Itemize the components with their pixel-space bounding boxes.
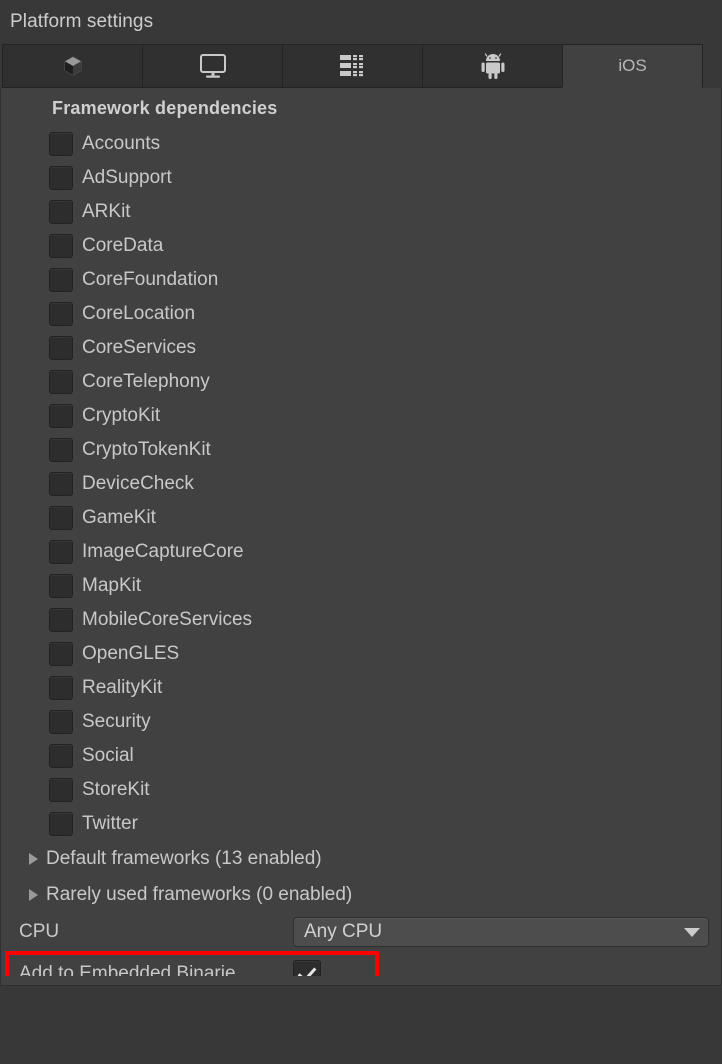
checkbox-storekit[interactable] [49,778,73,802]
framework-row[interactable]: RealityKit [1,671,721,705]
checkbox-coretelephony[interactable] [49,370,73,394]
framework-row[interactable]: Social [1,739,721,773]
checkbox-realitykit[interactable] [49,676,73,700]
checkbox-arkit[interactable] [49,200,73,224]
framework-row[interactable]: StoreKit [1,773,721,807]
framework-row[interactable]: CoreFoundation [1,263,721,297]
framework-row[interactable]: CryptoTokenKit [1,433,721,467]
tab-android[interactable] [422,44,563,88]
checkbox-mapkit[interactable] [49,574,73,598]
checkbox-gamekit[interactable] [49,506,73,530]
checkbox-twitter[interactable] [49,812,73,836]
framework-row[interactable]: CoreData [1,229,721,263]
checkbox-devicecheck[interactable] [49,472,73,496]
tab-any-platform[interactable] [2,44,143,88]
android-icon [480,52,506,80]
checkbox-coreservices[interactable] [49,336,73,360]
framework-row[interactable]: Accounts [1,127,721,161]
cpu-dropdown[interactable]: Any CPU [293,917,709,947]
framework-row[interactable]: CoreLocation [1,297,721,331]
framework-label: CoreData [82,235,164,256]
cpu-label: CPU [19,921,60,942]
framework-label: MobileCoreServices [82,609,253,630]
framework-label: MapKit [82,575,142,596]
framework-label: Social [82,745,134,766]
framework-label: CoreFoundation [82,269,219,290]
add-to-embedded-binaries-row: Add to Embedded Binarie [1,951,721,976]
framework-label: AdSupport [82,167,172,188]
framework-dependencies-heading: Framework dependencies [52,98,278,118]
framework-label: CryptoKit [82,405,161,426]
framework-row[interactable]: CoreTelephony [1,365,721,399]
foldout-label: Default frameworks (13 enabled) [46,848,322,869]
framework-row[interactable]: ARKit [1,195,721,229]
checkbox-corefoundation[interactable] [49,268,73,292]
framework-row[interactable]: GameKit [1,501,721,535]
checkbox-security[interactable] [49,710,73,734]
framework-label: CoreLocation [82,303,196,324]
checkbox-coredata[interactable] [49,234,73,258]
tab-ios[interactable]: iOS [562,44,703,88]
framework-row[interactable]: Security [1,705,721,739]
panel-bottom-edge [0,976,722,986]
framework-label: ImageCaptureCore [82,541,244,562]
tab-standalone[interactable] [142,44,283,88]
panel-header: Platform settings [0,0,722,44]
checkbox-cryptokit[interactable] [49,404,73,428]
framework-label: GameKit [82,507,156,528]
cpu-row: CPU Any CPU [1,913,721,951]
framework-row[interactable]: CoreServices [1,331,721,365]
framework-label: Twitter [82,813,138,834]
framework-label: ARKit [82,201,131,222]
chevron-down-icon [684,927,700,937]
checkbox-corelocation[interactable] [49,302,73,326]
framework-label: DeviceCheck [82,473,194,494]
checkbox-opengles[interactable] [49,642,73,666]
monitor-icon [198,53,228,79]
add-to-embedded-binaries-checkbox[interactable] [293,960,321,976]
checkbox-adsupport[interactable] [49,166,73,190]
foldout-rarely-used-frameworks[interactable]: Rarely used frameworks (0 enabled) [1,877,721,913]
framework-row[interactable]: MapKit [1,569,721,603]
chevron-right-icon [29,853,38,865]
tab-ios-label: iOS [618,56,647,75]
framework-row[interactable]: AdSupport [1,161,721,195]
framework-row[interactable]: OpenGLES [1,637,721,671]
framework-row[interactable]: ImageCaptureCore [1,535,721,569]
page-title: Platform settings [10,11,154,32]
framework-label: OpenGLES [82,643,180,664]
framework-label: Security [82,711,151,732]
cpu-dropdown-value: Any CPU [304,921,383,942]
checkbox-social[interactable] [49,744,73,768]
server-icon [339,53,367,79]
checkbox-accounts[interactable] [49,132,73,156]
checkbox-cryptotokenkit[interactable] [49,438,73,462]
platform-tab-bar: iOS [0,44,722,88]
framework-row[interactable]: Twitter [1,807,721,841]
foldout-default-frameworks[interactable]: Default frameworks (13 enabled) [1,841,721,877]
checkbox-mobilecoreservices[interactable] [49,608,73,632]
platform-settings-content: Framework dependencies Accounts AdSuppor… [0,88,722,976]
framework-label: StoreKit [82,779,150,800]
framework-label: CryptoTokenKit [82,439,211,460]
framework-label: Accounts [82,133,161,154]
framework-row[interactable]: CryptoKit [1,399,721,433]
framework-label: CoreServices [82,337,197,358]
framework-row[interactable]: DeviceCheck [1,467,721,501]
foldout-label: Rarely used frameworks (0 enabled) [46,884,353,905]
framework-row[interactable]: MobileCoreServices [1,603,721,637]
cube-icon [62,55,84,77]
framework-label: RealityKit [82,677,163,698]
add-to-embedded-binaries-label: Add to Embedded Binarie [19,963,236,976]
checkbox-imagecapturecore[interactable] [49,540,73,564]
chevron-right-icon [29,889,38,901]
framework-label: CoreTelephony [82,371,210,392]
tab-server[interactable] [282,44,423,88]
